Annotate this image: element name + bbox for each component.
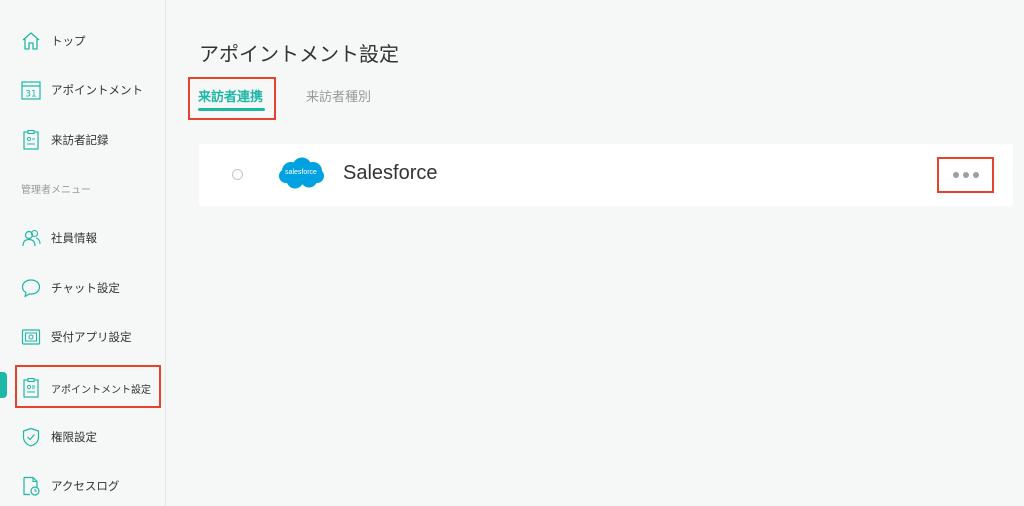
sidebar-item-label: チャット設定 [51,281,120,295]
sidebar-item-label: アポイントメント [51,83,143,97]
more-dot-icon [963,172,969,178]
sidebar-item-top[interactable]: トップ [0,21,166,61]
sidebar-item-appointment-settings[interactable]: アポイントメント設定 [0,368,166,408]
sidebar-item-label: アポイントメント設定 [51,384,151,396]
tab-visitor-types[interactable]: 来訪者種別 [306,86,371,105]
sidebar: トップ 31 アポイントメント 来訪者記録 管理者メニュー 社員情報 チャット設… [0,0,166,506]
integration-card: salesforce Salesforce [199,144,1013,206]
users-icon [20,227,42,249]
calendar-icon: 31 [20,79,42,101]
tablet-icon [20,326,42,348]
tab-visitor-integration[interactable]: 来訪者連携 [198,86,263,105]
more-options-button[interactable] [939,158,993,192]
integration-name: Salesforce [343,162,438,184]
more-dot-icon [973,172,979,178]
sidebar-item-label: 受付アプリ設定 [51,330,132,344]
sidebar-item-label: トップ [51,34,86,48]
chat-icon [20,277,42,299]
clipboard-icon [20,129,42,151]
active-nav-indicator [0,372,7,398]
calendar-day: 31 [25,90,36,100]
sidebar-item-label: 社員情報 [51,231,97,245]
salesforce-logo-text: salesforce [285,169,317,176]
admin-menu-section-label: 管理者メニュー [21,185,91,196]
sidebar-item-visitor-records[interactable]: 来訪者記録 [0,120,166,160]
sidebar-item-label: アクセスログ [51,479,120,493]
document-clock-icon [20,475,42,497]
sidebar-item-access-log[interactable]: アクセスログ [0,466,166,506]
integration-radio[interactable] [232,169,243,180]
sidebar-item-chat-settings[interactable]: チャット設定 [0,268,166,308]
sidebar-item-permission-settings[interactable]: 権限設定 [0,417,166,457]
sidebar-item-label: 来訪者記録 [51,133,109,147]
sidebar-item-appointment[interactable]: 31 アポイントメント [0,70,166,110]
active-tab-underline [198,108,265,111]
home-icon [20,30,42,52]
clipboard-settings-icon [20,377,42,399]
sidebar-item-label: 権限設定 [51,430,97,444]
page-title: アポイントメント設定 [199,42,399,66]
sidebar-item-reception-app-settings[interactable]: 受付アプリ設定 [0,317,166,357]
sidebar-item-employees[interactable]: 社員情報 [0,218,166,258]
salesforce-logo: salesforce [277,157,325,191]
more-dot-icon [953,172,959,178]
shield-check-icon [20,426,42,448]
